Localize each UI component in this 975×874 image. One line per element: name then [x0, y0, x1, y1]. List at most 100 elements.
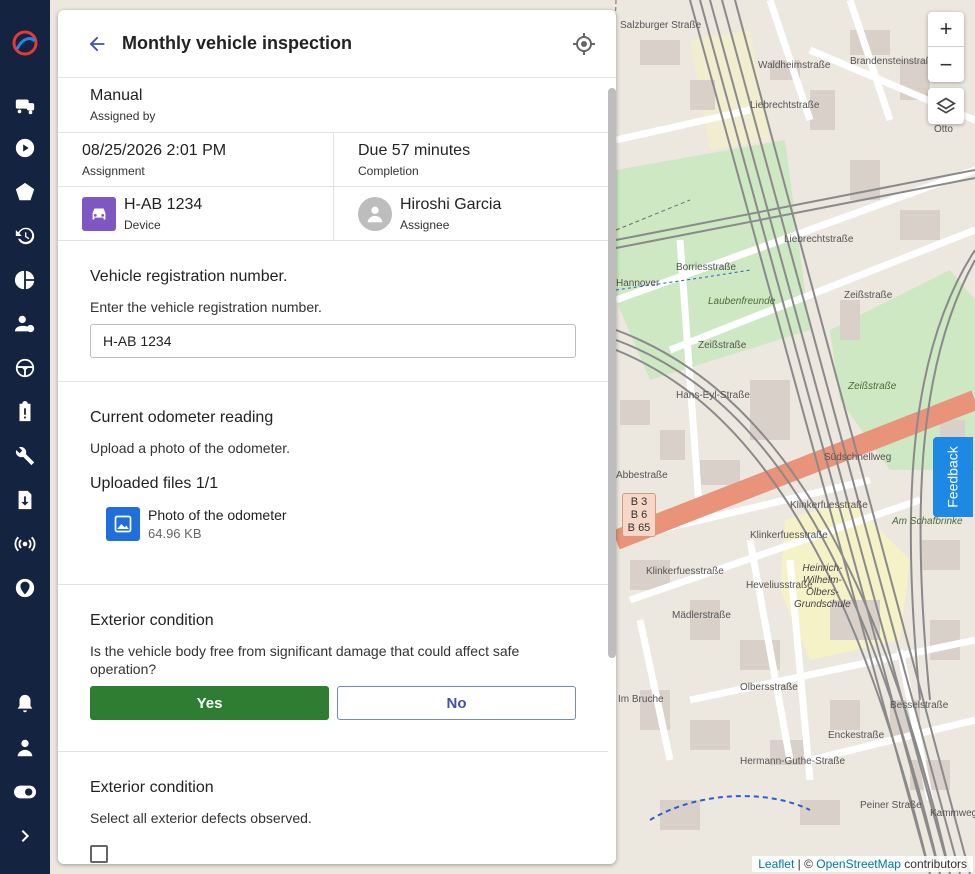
map-label: Liebrechtstraße — [784, 234, 854, 245]
uploaded-file[interactable]: Photo of the odometer 64.96 KB — [106, 507, 576, 541]
history-icon — [15, 227, 35, 245]
map-label: Südschnellweg — [824, 452, 892, 463]
user-settings-icon — [14, 315, 35, 333]
completion-due: Due 57 minutes — [358, 141, 471, 159]
assigned-by-row: Manual Assigned by — [58, 78, 608, 133]
map-label: Olbersstraße — [740, 682, 798, 693]
bell-icon — [17, 694, 33, 713]
expand-nav-button[interactable] — [0, 821, 50, 851]
crosshair-icon — [573, 32, 595, 55]
logo-icon — [12, 30, 38, 56]
zoom-out-button[interactable]: − — [928, 47, 964, 82]
attribution-tail: contributors — [900, 857, 967, 871]
clipboard-alert-icon — [19, 401, 31, 422]
image-icon — [106, 507, 140, 541]
nav-downloads[interactable] — [0, 485, 50, 515]
map-label: Borriesstraße — [676, 262, 737, 273]
panel-header: Monthly vehicle inspection — [58, 10, 616, 78]
layers-button[interactable] — [928, 88, 964, 124]
question-title: Vehicle registration number. — [90, 268, 288, 285]
nav-notifications[interactable] — [0, 689, 50, 719]
completion-label: Completion — [358, 163, 419, 178]
map-label: Klinkerfuesstraße — [750, 530, 828, 541]
question-title: Exterior condition — [90, 612, 214, 629]
map-label: Zeißstraße — [698, 340, 747, 351]
app-logo[interactable] — [0, 28, 50, 58]
dates-row: 08/25/2026 2:01 PM Assignment Due 57 min… — [58, 133, 608, 187]
assignment-date: 08/25/2026 2:01 PM — [82, 141, 227, 159]
road-shield: B 3 B 6 B 65 — [622, 493, 656, 537]
scrollbar[interactable] — [608, 88, 616, 658]
device-label: Device — [124, 217, 161, 232]
nav-users[interactable] — [0, 309, 50, 339]
question-odometer: Current odometer reading Upload a photo … — [58, 382, 608, 585]
map-label: Waldheimstraße — [758, 60, 831, 71]
map-label: Abbestraße — [616, 470, 668, 481]
inspection-panel: Monthly vehicle inspection Manual Assign… — [58, 10, 616, 864]
road-shield-line: B 3 — [630, 496, 648, 508]
feedback-label: Feedback — [945, 446, 962, 508]
map-label: Peiner Straße — [860, 800, 922, 811]
map-label: Klinkerfuesstraße — [790, 500, 868, 511]
car-icon — [92, 208, 106, 219]
nav-history[interactable] — [0, 221, 50, 251]
nav-maintenance[interactable] — [0, 441, 50, 471]
panel-body[interactable]: Manual Assigned by 08/25/2026 2:01 PM As… — [58, 78, 616, 864]
map-label: Otto — [934, 124, 953, 135]
registration-input[interactable] — [90, 324, 576, 358]
yes-button[interactable]: Yes — [90, 686, 329, 720]
map-label: Hannover — [616, 278, 660, 289]
broadcast-icon — [14, 536, 36, 552]
assigned-by-value: Manual — [90, 87, 143, 104]
device-name[interactable]: H-AB 1234 — [124, 196, 202, 214]
nav-vehicles[interactable] — [0, 90, 50, 120]
leaflet-link[interactable]: Leaflet — [758, 857, 794, 871]
nav-reports[interactable] — [0, 265, 50, 295]
assignee-name[interactable]: Hiroshi Garcia — [400, 196, 501, 214]
nav-places[interactable] — [0, 573, 50, 603]
nav-settings[interactable] — [0, 777, 50, 807]
road-shield-line: B 6 — [630, 509, 648, 521]
locate-button[interactable] — [572, 32, 596, 56]
map-label: Brandensteinstraße — [850, 56, 938, 67]
osm-link[interactable]: OpenStreetMap — [816, 857, 901, 871]
map-label: Im Bruche — [618, 694, 664, 705]
nav-play[interactable] — [0, 133, 50, 163]
steering-wheel-icon — [15, 358, 35, 378]
uploaded-files-label: Uploaded files 1/1 — [90, 475, 219, 492]
question-description: Select all exterior defects observed. — [90, 810, 312, 826]
pie-chart-icon — [14, 270, 35, 290]
nav-tasks[interactable] — [0, 397, 50, 427]
map-label: Liebrechtstraße — [750, 100, 820, 111]
map-label: Enckestraße — [828, 730, 885, 741]
no-button[interactable]: No — [337, 686, 576, 720]
assigned-by-label: Assigned by — [90, 109, 156, 123]
zoom-control: + − — [928, 12, 964, 82]
nav-geofence[interactable] — [0, 177, 50, 207]
map-label: Mädlerstraße — [672, 610, 731, 621]
arrow-back-icon — [89, 36, 105, 51]
defect-checkbox[interactable] — [90, 845, 108, 863]
map-label: Heveliusstraße — [746, 580, 813, 591]
nav-tracking[interactable] — [0, 529, 50, 559]
assignment-label: Assignment — [82, 163, 145, 178]
nav-driving[interactable] — [0, 353, 50, 383]
road-shield-line: B 65 — [627, 522, 651, 534]
question-registration: Vehicle registration number. Enter the v… — [58, 241, 608, 382]
file-name: Photo of the odometer — [148, 507, 287, 523]
map-label: Salzburger Straße — [620, 20, 702, 31]
map-label: Hans-Eyl-Straße — [676, 390, 750, 401]
question-exterior-defects: Exterior condition Select all exterior d… — [58, 752, 608, 864]
nav-account[interactable] — [0, 733, 50, 763]
pentagon-icon — [15, 182, 35, 201]
map-label: Hermann-Guthe-Straße — [740, 756, 846, 767]
wrench-icon — [15, 446, 35, 466]
feedback-button[interactable]: Feedback — [933, 437, 973, 517]
assignee-avatar — [358, 196, 392, 231]
question-description: Upload a photo of the odometer. — [90, 440, 291, 456]
back-button[interactable] — [86, 33, 108, 55]
download-doc-icon — [18, 490, 32, 510]
nav-rail — [0, 0, 50, 874]
zoom-in-button[interactable]: + — [928, 12, 964, 47]
map-attribution: Leaflet | © OpenStreetMap contributors — [752, 856, 973, 872]
